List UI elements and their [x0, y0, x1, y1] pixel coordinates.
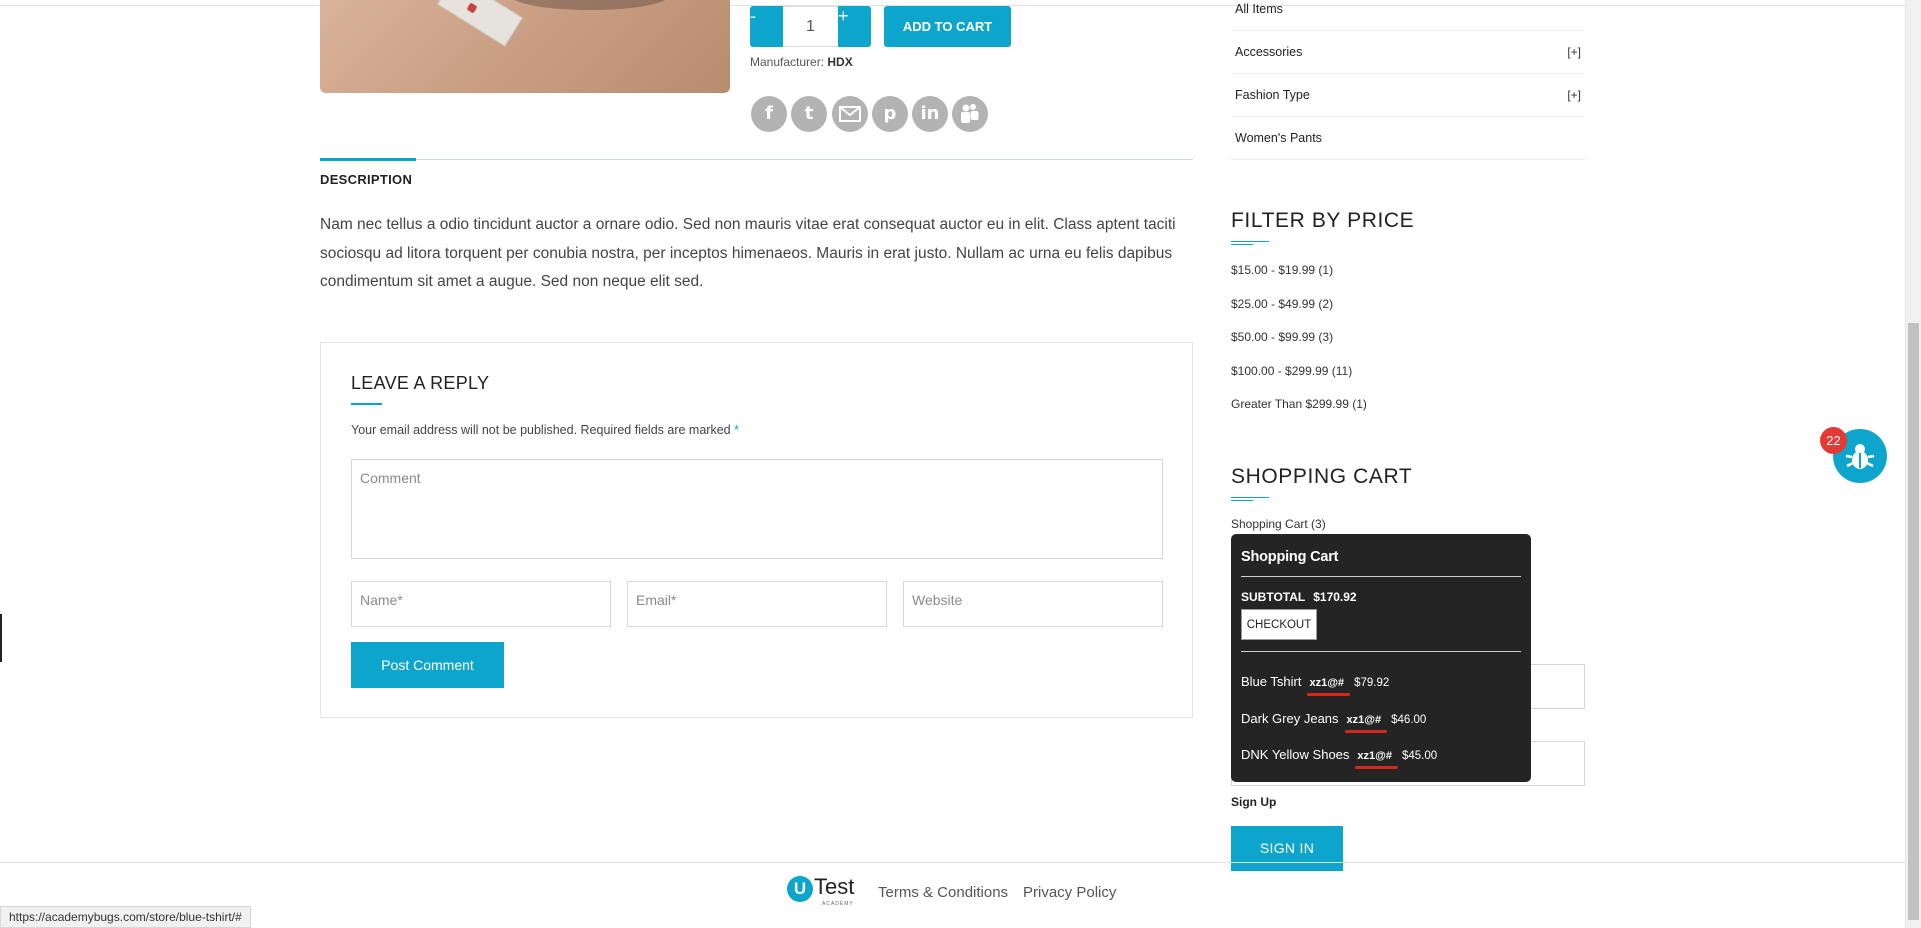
- sidebar-item-fashion-type[interactable]: Fashion Type [+]: [1231, 74, 1585, 117]
- category-label: Accessories: [1235, 45, 1303, 59]
- required-mark: *: [734, 423, 739, 437]
- tab-description[interactable]: DESCRIPTION: [320, 172, 412, 187]
- manufacturer-value: HDX: [827, 55, 853, 69]
- status-bar-url: https://academybugs.com/store/blue-tshir…: [0, 906, 251, 928]
- cart-item[interactable]: DNK Yellow Shoes xz1@# $45.00: [1241, 747, 1437, 762]
- cart-item-name[interactable]: Dark Grey Jeans: [1241, 711, 1339, 726]
- left-edge-marker: [0, 614, 2, 662]
- price-range-link[interactable]: $100.00 - $299.99 (11): [1231, 364, 1352, 378]
- cart-item-code: xz1@#: [1357, 750, 1392, 762]
- qty-minus-button[interactable]: -: [750, 6, 783, 47]
- bug-count-badge: 22: [1820, 427, 1847, 454]
- post-comment-button[interactable]: Post Comment: [351, 642, 504, 688]
- facebook-icon[interactable]: f: [751, 96, 787, 132]
- category-label: All Items: [1235, 2, 1283, 16]
- price-range-link[interactable]: $25.00 - $49.99 (2): [1231, 297, 1333, 311]
- subtotal: SUBTOTAL $170.92: [1241, 590, 1357, 604]
- cart-item-price: $79.92: [1354, 677, 1390, 689]
- sign-in-button[interactable]: SIGN IN: [1231, 826, 1343, 871]
- add-to-cart-button[interactable]: ADD TO CART: [884, 6, 1011, 47]
- email-icon[interactable]: [832, 96, 868, 132]
- tab-active-indicator: [320, 158, 416, 161]
- reply-title-underline: [351, 403, 382, 405]
- linkedin-icon[interactable]: in: [912, 96, 948, 132]
- cart-item-code: xz1@#: [1309, 677, 1345, 689]
- sidebar-item-womens-pants[interactable]: Women's Pants: [1231, 117, 1585, 160]
- manufacturer: Manufacturer: HDX: [750, 55, 853, 69]
- manufacturer-label: Manufacturer:: [750, 55, 825, 69]
- website-field[interactable]: Website: [903, 581, 1163, 627]
- shopping-cart-link[interactable]: Shopping Cart (3): [1231, 517, 1326, 531]
- category-expander[interactable]: [+]: [1567, 88, 1581, 102]
- privacy-link[interactable]: Privacy Policy: [1023, 884, 1116, 901]
- category-expander[interactable]: [+]: [1567, 45, 1581, 59]
- sidebar-item-accessories[interactable]: Accessories [+]: [1231, 31, 1585, 74]
- cart-item[interactable]: Dark Grey Jeans xz1@# $46.00: [1241, 711, 1426, 726]
- cart-item-name[interactable]: DNK Yellow Shoes: [1241, 747, 1349, 762]
- terms-link[interactable]: Terms & Conditions: [878, 884, 1008, 901]
- twitter-icon[interactable]: t: [791, 96, 827, 132]
- bug-icon: [1845, 444, 1875, 469]
- shopping-cart-title: SHOPPING CART: [1231, 465, 1413, 488]
- cart-title-underline: [1231, 497, 1269, 501]
- cart-item-price: $46.00: [1391, 714, 1427, 726]
- utest-logo-text: Test: [814, 874, 855, 899]
- myspace-icon[interactable]: [952, 96, 988, 132]
- subtotal-label: SUBTOTAL: [1241, 590, 1306, 604]
- sign-up-link[interactable]: Sign Up: [1231, 795, 1276, 809]
- popup-divider: [1241, 576, 1521, 577]
- reply-title: LEAVE A REPLY: [351, 373, 490, 393]
- filter-title-underline: [1231, 241, 1269, 245]
- image-shadow: [510, 0, 670, 10]
- checkout-button[interactable]: CHECKOUT: [1241, 609, 1317, 640]
- sidebar-item-all-items[interactable]: All Items: [1231, 0, 1585, 31]
- category-label: Women's Pants: [1235, 131, 1322, 145]
- cart-popup-title: Shopping Cart: [1241, 549, 1339, 565]
- cart-item-name[interactable]: Blue Tshirt: [1241, 674, 1301, 689]
- reply-form: LEAVE A REPLY Your email address will no…: [320, 342, 1193, 718]
- subtotal-value: $170.92: [1313, 590, 1357, 604]
- price-range-link[interactable]: Greater Than $299.99 (1): [1231, 397, 1367, 411]
- pinterest-icon[interactable]: p: [872, 96, 908, 132]
- cart-popup: Shopping Cart SUBTOTAL $170.92 CHECKOUT B…: [1231, 534, 1531, 782]
- cart-item-price: $45.00: [1402, 750, 1438, 762]
- reply-note: Your email address will not be published…: [351, 423, 739, 437]
- name-field[interactable]: Name*: [351, 581, 611, 627]
- cart-item[interactable]: Blue Tshirt xz1@# $79.92: [1241, 674, 1389, 689]
- comment-textarea[interactable]: Comment: [351, 459, 1163, 559]
- price-range-link[interactable]: $15.00 - $19.99 (1): [1231, 263, 1333, 277]
- filter-by-price-title: FILTER BY PRICE: [1231, 209, 1415, 232]
- price-range-link[interactable]: $50.00 - $99.99 (3): [1231, 330, 1333, 344]
- reply-note-text: Your email address will not be published…: [351, 423, 731, 437]
- email-field[interactable]: Email*: [627, 581, 887, 627]
- cart-item-code: xz1@#: [1346, 714, 1382, 726]
- utest-logo-subtext: ACADEMY: [822, 901, 854, 907]
- tab-divider: [320, 159, 1193, 160]
- product-description: Nam nec tellus a odio tincidunt auctor a…: [320, 216, 1176, 290]
- category-label: Fashion Type: [1235, 88, 1310, 102]
- qty-plus-button[interactable]: +: [838, 6, 871, 47]
- image-tag: [437, 0, 523, 47]
- scrollbar-thumb[interactable]: [1908, 323, 1919, 920]
- utest-logo-mark: U: [787, 876, 813, 902]
- product-image[interactable]: [320, 0, 730, 93]
- qty-input[interactable]: 1: [783, 6, 838, 47]
- popup-divider: [1241, 651, 1521, 652]
- footer-divider: [0, 862, 1905, 863]
